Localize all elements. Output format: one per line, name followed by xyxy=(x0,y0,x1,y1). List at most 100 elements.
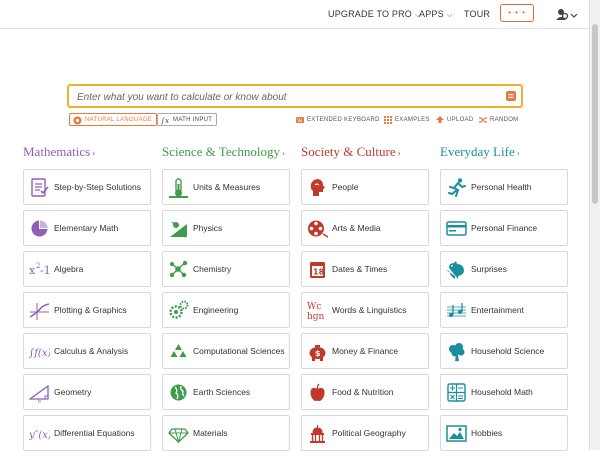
random-link[interactable]: RANDOM xyxy=(479,114,518,126)
capitol-icon xyxy=(310,425,325,443)
runner-icon xyxy=(448,178,466,197)
tile-label: Algebra xyxy=(54,264,84,274)
tile-entertainment[interactable]: Entertainment xyxy=(440,292,568,328)
more-options-button[interactable]: • • • xyxy=(500,4,534,22)
upgrade-label: UPGRADE TO PRO xyxy=(328,9,412,19)
tour-link[interactable]: TOUR xyxy=(464,0,490,28)
film-reel-icon xyxy=(308,220,328,238)
tile-step-by-step-solutions[interactable]: Step-by-Step Solutions xyxy=(23,169,151,205)
examples-link[interactable]: EXAMPLES xyxy=(384,114,430,126)
category-title: Society & Culture xyxy=(301,144,396,159)
tile-label: Dates & Times xyxy=(332,264,388,274)
category-science-technology-heading[interactable]: Science & Technology › xyxy=(162,144,285,160)
tile-personal-health[interactable]: Personal Health xyxy=(440,169,568,205)
tile-earth-sciences[interactable]: Earth Sciences xyxy=(162,374,290,410)
tile-label: Personal Finance xyxy=(471,223,538,233)
tile-label: Materials xyxy=(193,428,228,438)
tile-label: People xyxy=(332,182,359,192)
category-title: Everyday Life xyxy=(440,144,515,159)
tile-label: Words & Linguistics xyxy=(332,305,407,315)
upgrade-to-pro-menu[interactable]: UPGRADE TO PRO ⌵ xyxy=(328,0,421,28)
tile-label: Political Geography xyxy=(332,428,406,438)
tile-materials[interactable]: Materials xyxy=(162,415,290,451)
apps-label: APPS xyxy=(419,9,444,19)
tile-food-nutrition[interactable]: Food & Nutrition xyxy=(301,374,429,410)
tile-plotting-graphics[interactable]: Plotting & Graphics xyxy=(23,292,151,328)
tile-engineering[interactable]: Engineering xyxy=(162,292,290,328)
shuffle-icon xyxy=(479,117,487,123)
tile-units-measures[interactable]: Units & Measures xyxy=(162,169,290,205)
natural-language-mode-button[interactable]: NATURAL LANGUAGE xyxy=(69,113,158,126)
category-title: Science & Technology xyxy=(162,144,280,159)
tile-calculus-analysis[interactable]: ∫f(x)dx Calculus & Analysis xyxy=(23,333,151,369)
thermometer-icon xyxy=(169,178,188,198)
tile-label: Surprises xyxy=(471,264,507,274)
tile-label: Elementary Math xyxy=(54,223,119,233)
tile-personal-finance[interactable]: Personal Finance xyxy=(440,210,568,246)
tile-label: Step-by-Step Solutions xyxy=(54,182,141,192)
svg-text:x: x xyxy=(29,264,36,277)
extended-keyboard-link[interactable]: EXTENDED KEYBOARD xyxy=(296,114,380,126)
math-input-label: MATH INPUT xyxy=(173,117,213,123)
scrollbar-thumb[interactable] xyxy=(592,24,598,204)
tile-label: Geometry xyxy=(54,387,92,397)
apps-menu[interactable]: APPS ⌵ xyxy=(419,0,452,28)
category-mathematics-heading[interactable]: Mathematics › xyxy=(23,144,95,160)
svg-text:∫f(x)dx: ∫f(x)dx xyxy=(29,348,50,359)
letters-icon: Wchgn xyxy=(307,302,325,321)
math-input-icon: ∫x xyxy=(161,116,169,125)
tile-label: Money & Finance xyxy=(332,346,399,356)
category-everyday-life-heading[interactable]: Everyday Life › xyxy=(440,144,520,160)
physics-icon xyxy=(170,221,187,237)
tile-geometry[interactable]: b Geometry xyxy=(23,374,151,410)
svg-text:$: $ xyxy=(315,349,321,358)
tile-label: Hobbies xyxy=(471,428,503,438)
user-icon xyxy=(556,8,578,20)
credit-card-icon xyxy=(446,221,467,236)
tile-label: Physics xyxy=(193,223,223,233)
derivative-icon: y″(x) xyxy=(29,430,50,441)
tile-dates-times[interactable]: 18 Dates & Times xyxy=(301,251,429,287)
molecule-icon xyxy=(169,260,188,278)
compute-button[interactable] xyxy=(506,91,516,101)
svg-text:18: 18 xyxy=(313,268,325,277)
tile-political-geography[interactable]: Political Geography xyxy=(301,415,429,451)
upload-icon xyxy=(436,116,444,123)
tile-words-linguistics[interactable]: Wc hgn Words & Linguistics xyxy=(301,292,429,328)
svg-text:∫x: ∫x xyxy=(161,116,169,125)
tile-label: Arts & Media xyxy=(332,223,381,233)
tile-people[interactable]: People xyxy=(301,169,429,205)
tile-algebra[interactable]: x 2 -1 Algebra xyxy=(23,251,151,287)
calculator-icon xyxy=(447,383,466,402)
tile-label: Earth Sciences xyxy=(193,387,251,397)
tile-elementary-math[interactable]: Elementary Math xyxy=(23,210,151,246)
tile-label: Entertainment xyxy=(471,305,524,315)
tile-household-science[interactable]: Household Science xyxy=(440,333,568,369)
user-menu-button[interactable] xyxy=(556,6,578,22)
category-society-culture-heading[interactable]: Society & Culture › xyxy=(301,144,401,160)
equals-icon xyxy=(508,94,514,98)
tile-computational-sciences[interactable]: Computational Sciences xyxy=(162,333,290,369)
piggy-bank-icon: $ xyxy=(309,345,326,361)
tile-label: Food & Nutrition xyxy=(332,387,394,397)
search-box xyxy=(67,84,523,108)
search-input[interactable] xyxy=(75,88,499,107)
tile-differential-equations[interactable]: y″(x) Differential Equations xyxy=(23,415,151,451)
triangle-icon: b xyxy=(29,384,49,403)
page-scrollbar[interactable] xyxy=(589,0,600,450)
random-label: RANDOM xyxy=(490,117,519,123)
math-input-mode-button[interactable]: ∫x MATH INPUT xyxy=(157,113,218,126)
natural-language-label: NATURAL LANGUAGE xyxy=(85,117,153,123)
tile-money-finance[interactable]: $ Money & Finance xyxy=(301,333,429,369)
svg-text:Wc: Wc xyxy=(307,302,321,312)
upload-link[interactable]: UPLOAD xyxy=(436,114,473,126)
tile-physics[interactable]: Physics xyxy=(162,210,290,246)
tile-hobbies[interactable]: Hobbies xyxy=(440,415,568,451)
tile-surprises[interactable]: Surprises xyxy=(440,251,568,287)
chevron-right-icon: › xyxy=(92,148,96,158)
tile-label: Calculus & Analysis xyxy=(54,346,129,356)
tile-household-math[interactable]: Household Math xyxy=(440,374,568,410)
tile-arts-media[interactable]: Arts & Media xyxy=(301,210,429,246)
tile-chemistry[interactable]: Chemistry xyxy=(162,251,290,287)
svg-text:y″(x): y″(x) xyxy=(29,430,50,441)
